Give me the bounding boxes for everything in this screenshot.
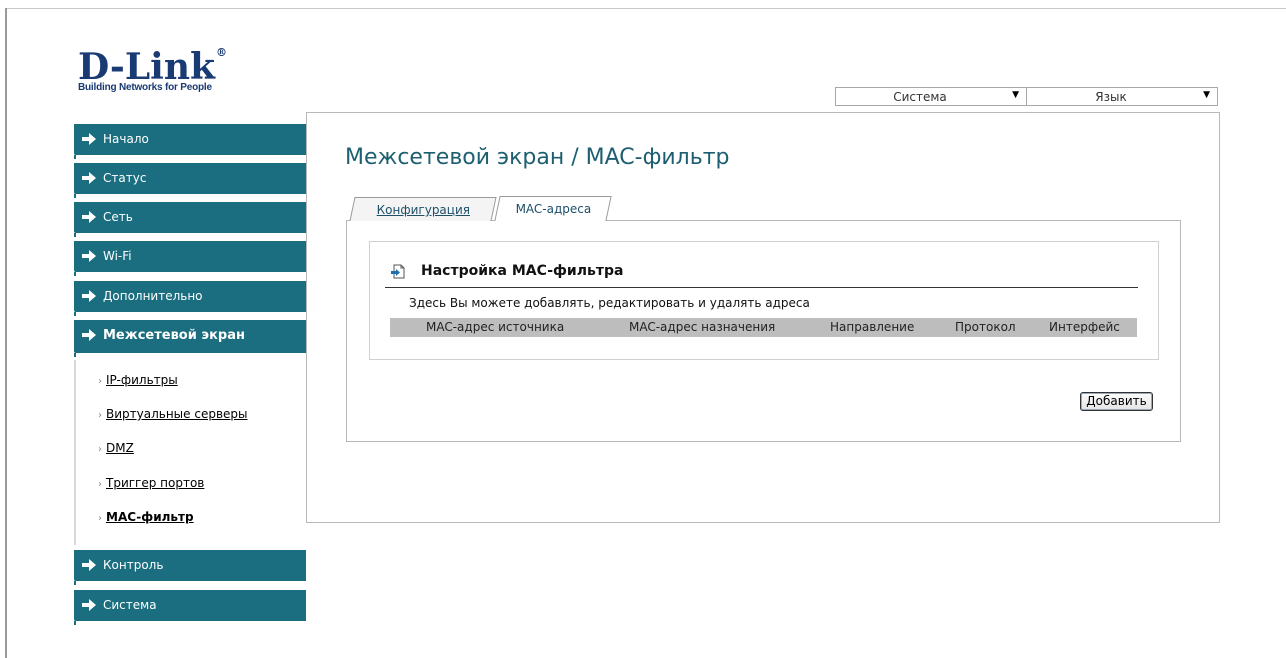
mac-table-header: MAC-адрес источника MAC-адрес назначения… <box>390 318 1137 337</box>
arrow-right-icon <box>82 290 96 302</box>
bullet-icon: › <box>98 513 102 524</box>
sidebar-item-status[interactable]: Статус <box>74 163 306 198</box>
arrow-right-icon <box>82 329 96 341</box>
submenu-item-virtual-servers[interactable]: › Виртуальные серверы <box>98 407 248 421</box>
sidebar-item-label: Система <box>103 598 157 612</box>
submenu-item-port-trigger[interactable]: › Триггер портов <box>98 476 204 490</box>
arrow-right-icon <box>82 133 96 145</box>
sidebar-item-wifi[interactable]: Wi-Fi <box>74 241 306 276</box>
sidebar-item-start[interactable]: Начало <box>74 124 306 159</box>
arrow-right-icon <box>82 250 96 262</box>
sidebar-item-label: Контроль <box>103 558 164 572</box>
submenu-item-ip-filters[interactable]: › IP-фильтры <box>98 373 178 387</box>
add-button[interactable]: Добавить <box>1080 392 1153 411</box>
logo-brand: D-Link® <box>78 46 227 88</box>
system-menu-label: Система <box>893 90 947 104</box>
column-header-protocol: Протокол <box>955 320 1016 334</box>
arrow-right-icon <box>82 599 96 611</box>
column-header-interface: Интерфейс <box>1049 320 1120 334</box>
column-header-source-mac: MAC-адрес источника <box>426 320 565 334</box>
page-title: Межсетевой экран / MAC-фильтр <box>345 145 730 170</box>
sidebar-item-label: Дополнительно <box>103 289 203 303</box>
arrow-right-icon <box>82 211 96 223</box>
tab-configuration[interactable]: Конфигурация <box>349 197 497 221</box>
sidebar-item-label: Wi-Fi <box>103 249 132 263</box>
language-label: Язык <box>1095 90 1127 104</box>
section-divider <box>385 287 1138 288</box>
column-header-direction: Направление <box>830 320 915 334</box>
sidebar-item-advanced[interactable]: Дополнительно <box>74 281 306 316</box>
submenu-item-dmz[interactable]: › DMZ <box>98 441 134 455</box>
bullet-icon: › <box>98 479 102 490</box>
document-arrow-icon <box>391 264 405 279</box>
sidebar-item-label: Начало <box>103 132 149 146</box>
logo-tagline: Building Networks for People <box>78 82 212 93</box>
dlink-logo: D-Link® Building Networks for People <box>78 46 227 93</box>
sidebar-item-system[interactable]: Система <box>74 590 306 625</box>
firewall-submenu: › IP-фильтры › Виртуальные серверы › DMZ › Т… <box>74 360 306 545</box>
sidebar-item-control[interactable]: Контроль <box>74 550 306 585</box>
sidebar-item-label: Межсетевой экран <box>103 328 245 343</box>
bullet-icon: › <box>98 376 102 387</box>
language-select[interactable]: Язык ▼ <box>1026 87 1218 106</box>
bullet-icon: › <box>98 444 102 455</box>
chevron-down-icon: ▼ <box>1012 90 1019 100</box>
arrow-right-icon <box>82 559 96 571</box>
tab-mac-addresses[interactable]: MAC-адреса <box>494 196 612 221</box>
sidebar-item-label: Статус <box>103 171 147 185</box>
submenu-item-mac-filter[interactable]: › MAC-фильтр <box>98 510 194 524</box>
window-top-border <box>5 8 1286 9</box>
bullet-icon: › <box>98 410 102 421</box>
sidebar-item-firewall[interactable]: Межсетевой экран <box>74 320 306 357</box>
window-left-border <box>5 8 7 658</box>
sidebar-item-network[interactable]: Сеть <box>74 202 306 237</box>
column-header-dest-mac: MAC-адрес назначения <box>629 320 776 334</box>
sidebar-item-label: Сеть <box>103 210 133 224</box>
tab-label: MAC-адреса <box>515 202 592 216</box>
system-menu-select[interactable]: Система ▼ <box>835 87 1027 106</box>
chevron-down-icon: ▼ <box>1203 90 1210 100</box>
section-description: Здесь Вы можете добавлять, редактировать… <box>409 296 810 310</box>
tab-label: Конфигурация <box>376 203 470 217</box>
section-title: Настройка MAC-фильтра <box>421 263 624 279</box>
arrow-right-icon <box>82 172 96 184</box>
